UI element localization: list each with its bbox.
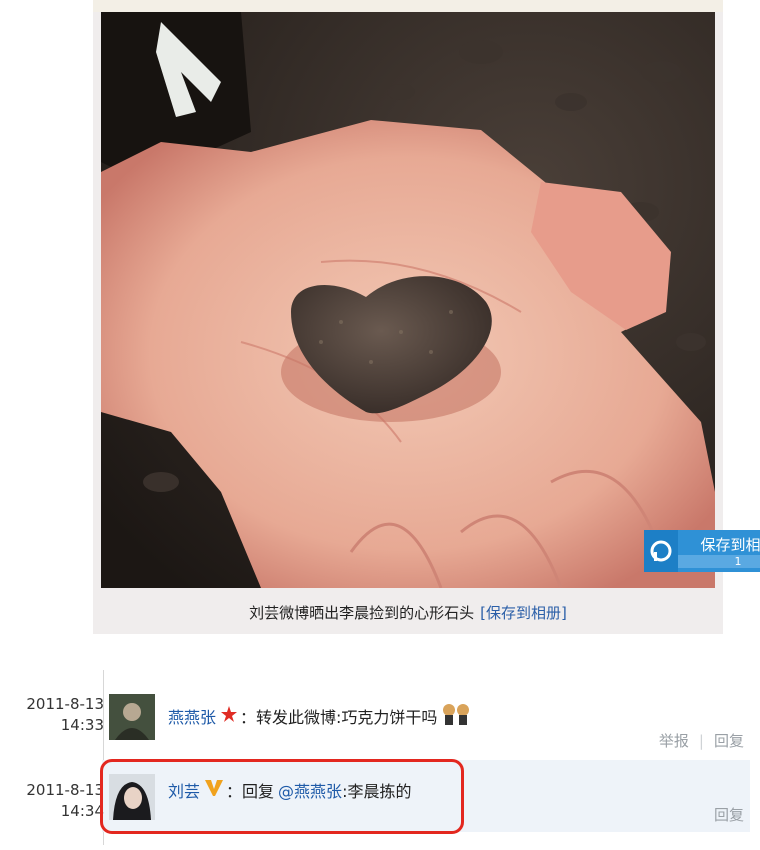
save-badge-label: 保存到相册 <box>700 535 760 554</box>
comment-date: 2011-8-13 <box>26 781 104 799</box>
twins-emoji-icon <box>441 702 471 730</box>
comment-text: 转发此微博:巧克力饼干吗 <box>256 708 438 727</box>
weibo-photo-card: 保存到相册 1 刘芸微博晒出李晨捡到的心形石头 [保存到相册] <box>93 0 760 634</box>
photo-caption: 刘芸微博晒出李晨捡到的心形石头 [保存到相册] <box>93 594 723 630</box>
comment-actions: 回复 <box>714 804 744 825</box>
comment-date: 2011-8-13 <box>26 695 104 713</box>
star-badge-icon <box>220 705 238 727</box>
photo-top-border <box>93 0 723 12</box>
save-to-album-link[interactable]: [保存到相册] <box>480 602 567 623</box>
action-divider: | <box>698 731 704 750</box>
comment-actions: 举报 | 回复 <box>659 730 744 751</box>
comment-time: 14:34 <box>60 802 104 820</box>
reply-button[interactable]: 回复 <box>714 804 744 825</box>
comment-timestamp: 2011-8-13 14:34 <box>14 780 104 822</box>
avatar[interactable] <box>109 694 155 740</box>
heart-stone-photo[interactable] <box>101 12 715 588</box>
caption-text: 刘芸微博晒出李晨捡到的心形石头 <box>249 603 475 622</box>
save-to-album-badge[interactable]: 保存到相册 1 <box>644 530 760 572</box>
comment-timestamp: 2011-8-13 14:33 <box>14 694 104 736</box>
save-badge-count: 1 <box>678 554 760 568</box>
report-button[interactable]: 举报 <box>659 730 689 751</box>
comment-username[interactable]: 燕燕张 <box>168 704 216 728</box>
comment-item: 2011-8-13 14:33 燕燕张 ： 转发此微博:巧克力饼干吗 举报 | … <box>0 680 760 752</box>
reply-button[interactable]: 回复 <box>714 730 744 751</box>
comment-content: 燕燕张 ： 转发此微博:巧克力饼干吗 <box>168 702 471 730</box>
red-highlight-box <box>100 759 464 834</box>
album-logo-icon <box>644 530 678 572</box>
comment-separator: ： <box>240 708 257 727</box>
photo-illustration <box>101 12 715 588</box>
comment-time: 14:33 <box>60 716 104 734</box>
